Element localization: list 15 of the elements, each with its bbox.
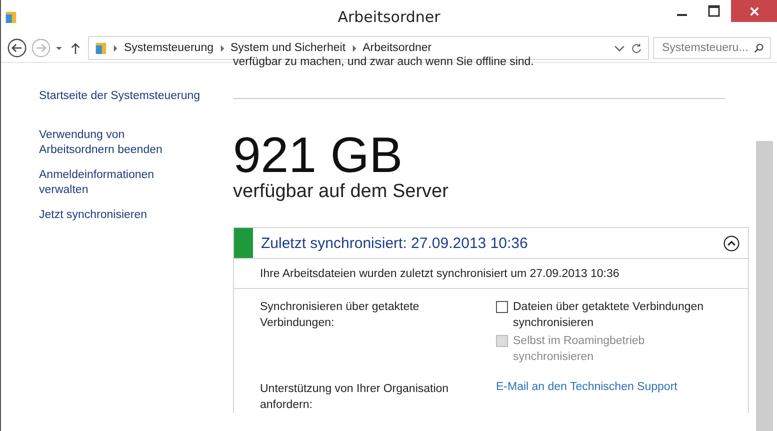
setting-label: Synchronisieren über getaktete Verbindungen: <box>260 300 420 331</box>
panel-title: Zuletzt synchronisiert: 27.09.2013 10:36 <box>261 234 528 252</box>
capacity-caption: verfügbar auf dem Server <box>233 181 450 203</box>
sidebar-link[interactable]: Verwendung von Arbeitsordnern beenden <box>39 128 189 158</box>
capacity-value: 921 GB <box>233 129 404 181</box>
checkbox-label: Dateien über getaktete Verbindungen synchronisieren <box>513 300 705 331</box>
sidebar-link[interactable]: Anmeldeinformationen verwalten <box>39 168 189 198</box>
checkbox-label: Selbst im Roamingbetrieb synchronisieren <box>513 334 646 365</box>
sidebar-link[interactable]: Startseite der Systemsteuerung <box>39 89 219 104</box>
support-link[interactable]: E-Mail an den Technischen Support <box>496 381 748 393</box>
sidebar-link[interactable]: Jetzt synchronisieren <box>39 208 189 223</box>
setting-label: Unterstützung von Ihrer Organisation anfordern: <box>260 382 450 413</box>
sync-detail: Ihre Arbeitsdateien wurden zuletzt synchronisiert um 27.09.2013 10:36 <box>234 259 748 289</box>
window-title: Arbeitsordner <box>338 8 440 26</box>
search-field[interactable]: Systemsteueru... <box>653 37 771 59</box>
